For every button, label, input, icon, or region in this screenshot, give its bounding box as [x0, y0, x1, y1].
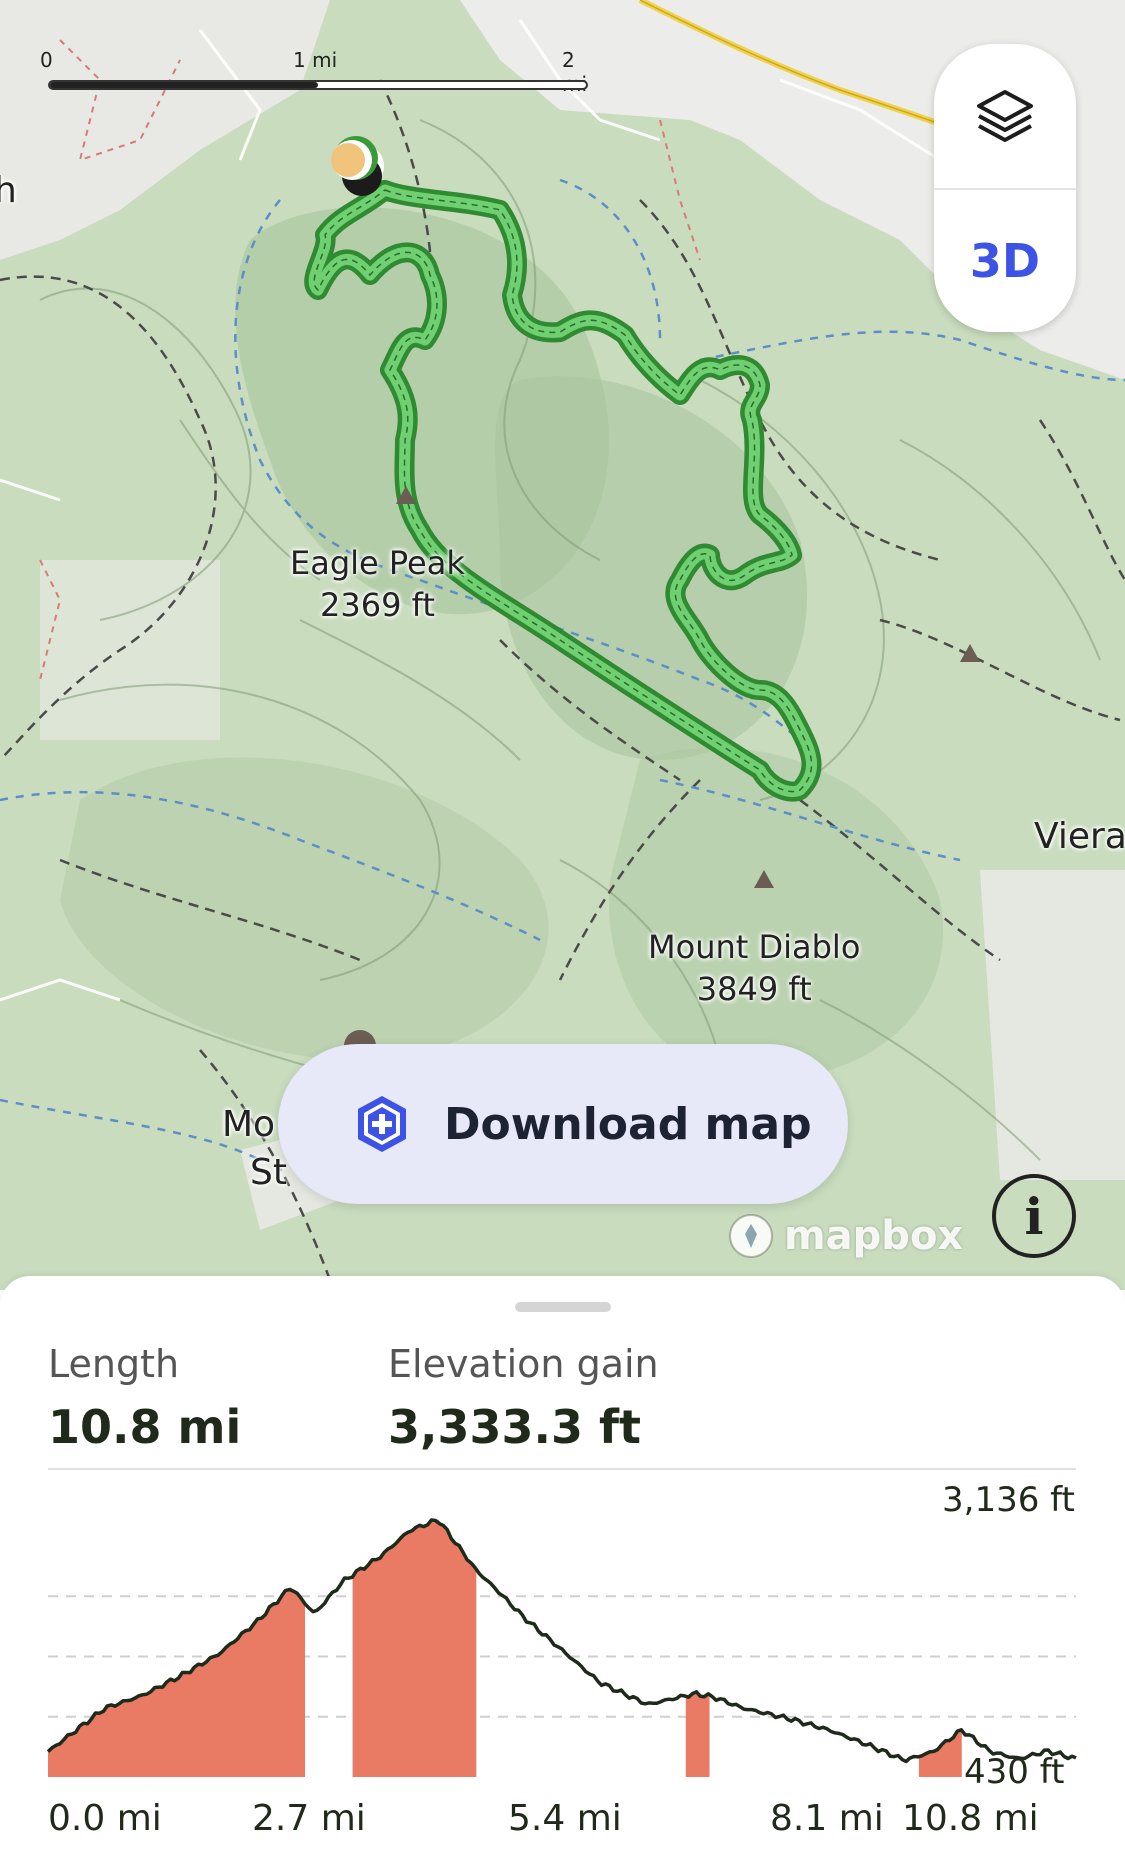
length-label: Length	[48, 1342, 180, 1386]
3d-toggle-button[interactable]: 3D	[934, 190, 1076, 332]
trail-details-sheet: Length 10.8 mi Elevation gain 3,333.3 ft…	[0, 1276, 1125, 1858]
peak-name: Mount Diablo	[648, 928, 861, 966]
x-tick-label: 10.8 mi	[902, 1798, 1039, 1839]
info-button[interactable]: i	[992, 1174, 1076, 1258]
peak-label-eagle: Eagle Peak 2369 ft	[290, 542, 465, 626]
peak-label-diablo: Mount Diablo 3849 ft	[648, 926, 860, 1010]
x-tick-label: 0.0 mi	[48, 1798, 162, 1839]
shield-plus-icon	[358, 1096, 406, 1152]
length-value: 10.8 mi	[48, 1400, 242, 1454]
scale-track	[48, 80, 588, 90]
x-tick-label: 5.4 mi	[508, 1798, 622, 1839]
place-label-viera: Viera	[1034, 816, 1125, 857]
scale-bar: 0 1 mi 2 mi	[40, 48, 600, 98]
scale-label-1: 1 mi	[293, 48, 338, 72]
mapbox-attribution[interactable]: mapbox	[726, 1208, 976, 1264]
climb-segment-area	[352, 1519, 477, 1777]
climb-segment-area	[685, 1693, 710, 1777]
elevation-gain-stat: Elevation gain 3,333.3 ft	[388, 1342, 659, 1454]
peak-elevation: 3849 ft	[696, 970, 812, 1008]
layers-button[interactable]	[934, 44, 1076, 188]
x-tick-label: 2.7 mi	[252, 1798, 366, 1839]
length-stat: Length 10.8 mi	[48, 1342, 241, 1454]
place-label-st: St	[250, 1152, 287, 1193]
mapbox-wordmark: mapbox	[784, 1213, 964, 1259]
stats-divider	[48, 1468, 1076, 1470]
download-map-button[interactable]: Download map	[278, 1044, 848, 1204]
layers-icon	[977, 90, 1033, 142]
scale-fill	[50, 82, 318, 88]
elevation-profile-chart[interactable]	[0, 1476, 1125, 1786]
place-label-edge: h	[0, 170, 17, 211]
x-tick-label: 8.1 mi	[770, 1798, 884, 1839]
scale-label-0: 0	[40, 48, 53, 72]
y-tick-label-max: 3,136 ft	[942, 1480, 1075, 1520]
sheet-drag-handle[interactable]	[515, 1302, 611, 1312]
elevation-gain-value: 3,333.3 ft	[388, 1400, 641, 1454]
place-label-mo: Mo	[222, 1104, 276, 1145]
map-view[interactable]: 0 1 mi 2 mi Eagle Peak 2369 ft Mount Dia…	[0, 0, 1125, 1290]
download-map-label: Download map	[444, 1098, 812, 1150]
elevation-gain-label: Elevation gain	[388, 1342, 659, 1386]
peak-name: Eagle Peak	[290, 544, 465, 582]
peak-elevation: 2369 ft	[320, 586, 435, 624]
y-tick-label-min: 430 ft	[964, 1752, 1065, 1792]
map-controls: 3D	[934, 44, 1076, 332]
mapbox-logo-icon	[729, 1214, 773, 1258]
info-icon: i	[1024, 1186, 1044, 1246]
